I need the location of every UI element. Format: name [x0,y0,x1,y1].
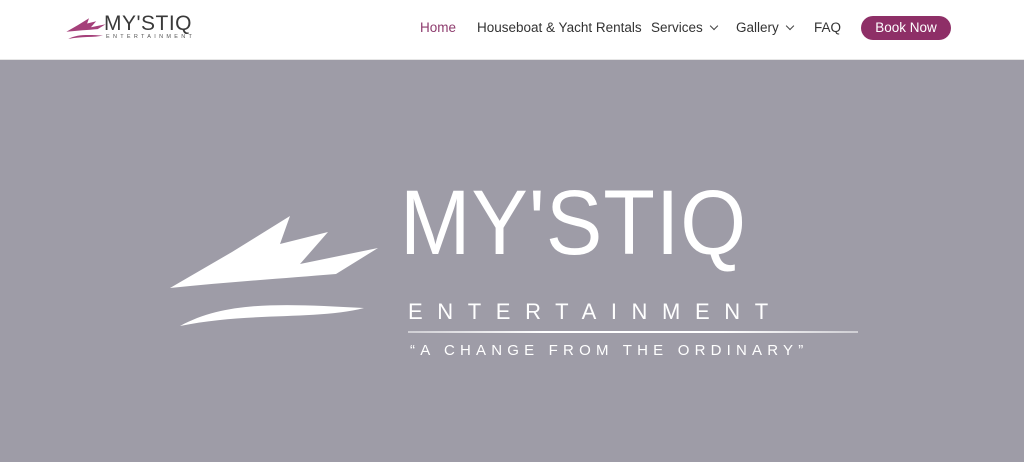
hero-banner: MY'STIQ ENTERTAINMENT “A CHANGE FROM THE… [0,60,1024,462]
nav-item-houseboat-yacht-rentals[interactable]: Houseboat & Yacht Rentals [477,18,642,38]
site-header: MY'STIQ ENTERTAINMENT Home Houseboat & Y… [0,0,1024,60]
nav-item-label: Gallery [736,20,779,35]
chevron-down-icon [709,21,719,31]
nav-item-faq[interactable]: FAQ [814,18,841,38]
book-now-button[interactable]: Book Now [861,16,951,40]
hero-tagline: “A CHANGE FROM THE ORDINARY” [410,342,809,359]
hero-title: MY'STIQ [400,172,748,274]
nav-item-label: Services [651,20,703,35]
hero-divider [408,331,858,333]
yacht-icon [170,216,378,326]
hero-subtitle: ENTERTAINMENT [408,299,783,324]
nav-item-home[interactable]: Home [420,18,456,38]
nav-item-gallery[interactable]: Gallery [736,18,795,38]
nav-item-services[interactable]: Services [651,18,719,38]
chevron-down-icon [785,21,795,31]
